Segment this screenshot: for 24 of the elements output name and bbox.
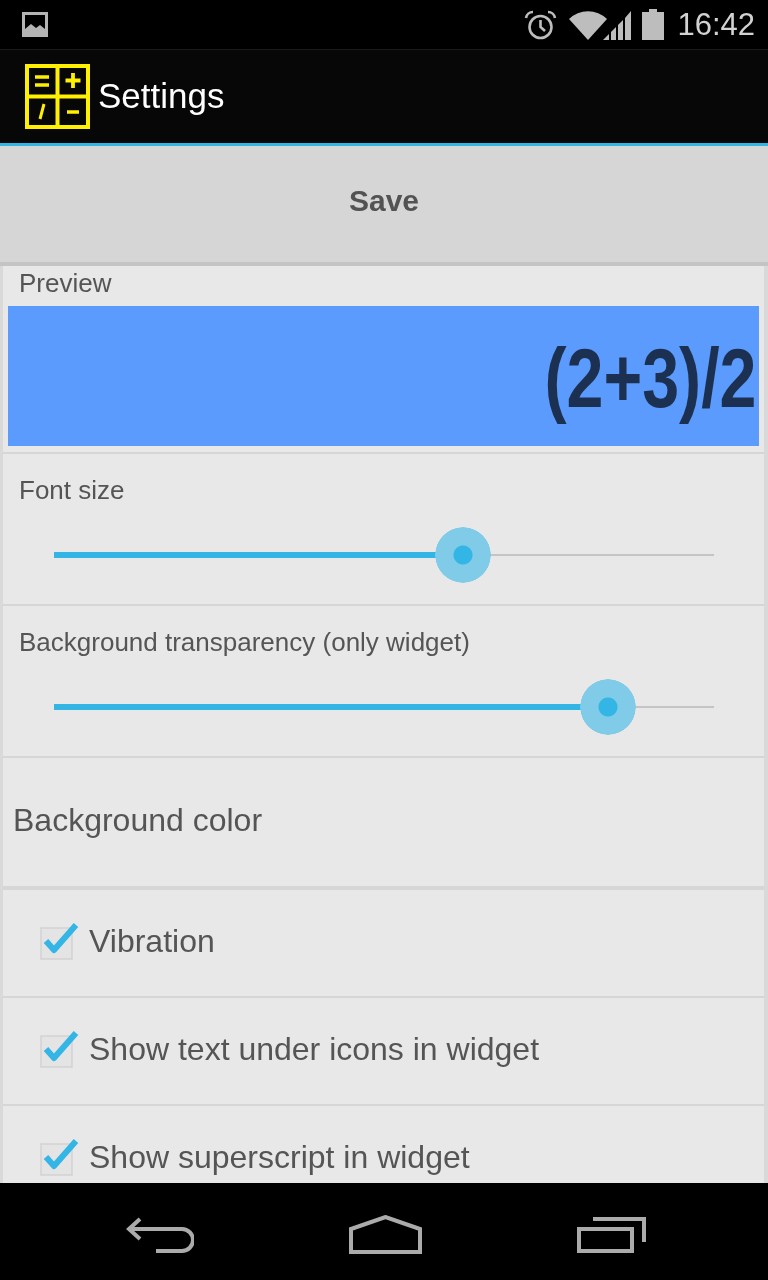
signal-icon	[603, 9, 632, 40]
battery-icon	[642, 9, 665, 40]
checkbox[interactable]	[38, 1137, 80, 1177]
home-icon[interactable]	[349, 1215, 422, 1254]
slider-track[interactable]	[54, 527, 714, 583]
checkbox[interactable]	[38, 921, 80, 961]
save-button[interactable]: Save	[0, 146, 768, 266]
image-icon	[22, 12, 48, 37]
back-icon[interactable]	[126, 1216, 194, 1253]
checkbox-label: Show text under icons in widget	[89, 1031, 540, 1067]
recents-icon[interactable]	[577, 1216, 647, 1253]
clock-time: 16:42	[677, 9, 755, 40]
wifi-icon	[569, 9, 608, 40]
checkbox-label: Show superscript in widget	[89, 1139, 470, 1175]
preference-item[interactable]: Background color	[13, 802, 263, 838]
setting-label: Background transparency (only widget)	[18, 628, 470, 656]
preview-label: Preview	[18, 267, 112, 300]
checkbox-label: Vibration	[89, 923, 215, 959]
setting-label: Font size	[18, 476, 125, 504]
calculator-icon	[25, 64, 90, 129]
alarm-clock-icon	[524, 9, 558, 40]
app-title: Settings	[98, 78, 225, 115]
slider-track[interactable]	[54, 679, 714, 735]
checkbox[interactable]	[38, 1029, 80, 1069]
